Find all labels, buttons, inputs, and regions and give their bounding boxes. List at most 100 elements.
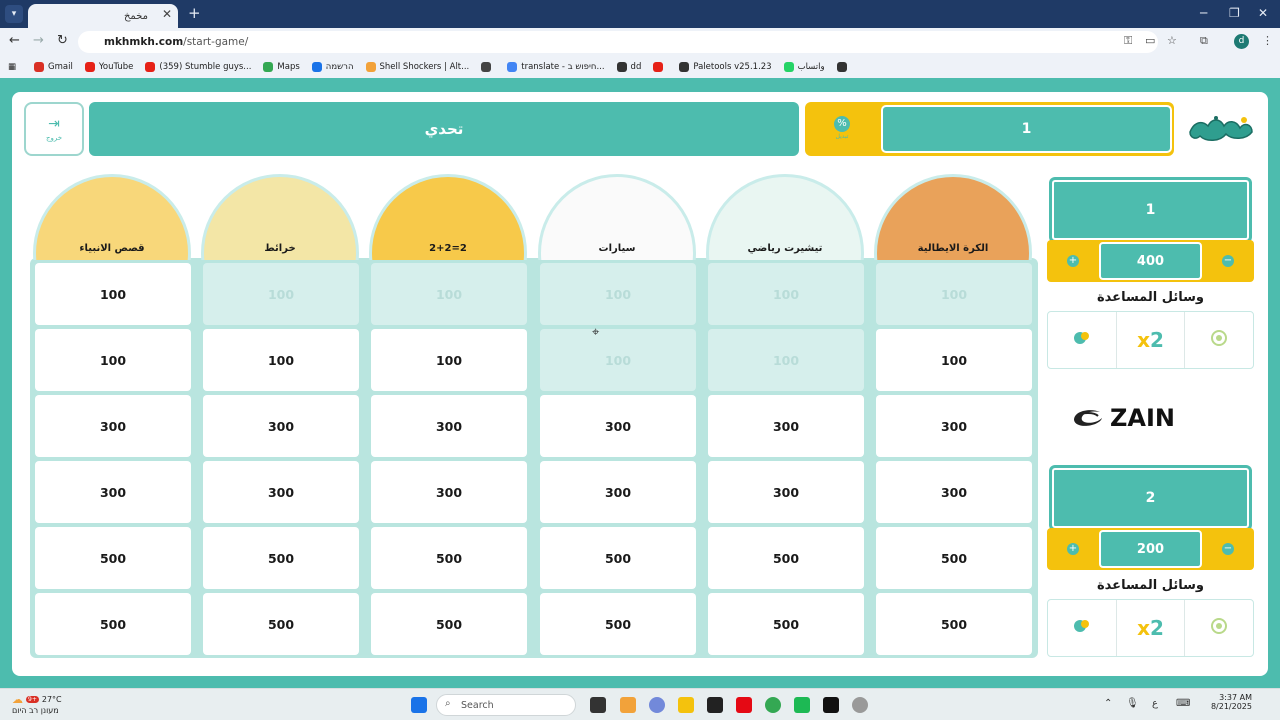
double-points-button[interactable]: x2 [1117, 312, 1186, 368]
app-icon-b[interactable] [707, 697, 723, 713]
bookmark-favicon-icon [507, 62, 518, 72]
forward-icon[interactable]: → [33, 33, 44, 48]
question-cell[interactable]: 300 [371, 395, 527, 457]
tab-close-icon[interactable]: ✕ [162, 7, 172, 21]
language-icon[interactable]: ع [1152, 698, 1158, 709]
discord-icon[interactable] [649, 697, 665, 713]
double-points-button[interactable]: x2 [1117, 600, 1186, 656]
bookmark-item[interactable]: (359) Stumble guys... [145, 62, 251, 72]
question-cell[interactable]: 300 [35, 461, 191, 523]
password-key-icon[interactable]: ⚿ [1124, 34, 1132, 48]
question-cell[interactable]: 500 [540, 593, 696, 655]
profile-avatar[interactable]: d [1234, 34, 1249, 49]
exit-button[interactable]: ⇥ خروج [24, 102, 84, 156]
challenge-button[interactable]: تحدي [89, 102, 799, 156]
question-cell[interactable]: 500 [708, 593, 864, 655]
question-cell[interactable]: 500 [35, 527, 191, 589]
mouse-app-icon[interactable] [852, 697, 868, 713]
microphone-icon[interactable]: 🎙 [1126, 698, 1139, 709]
question-cell[interactable]: 300 [540, 395, 696, 457]
clock-date: 8/21/2025 [1210, 702, 1252, 711]
question-cell[interactable]: 100 [35, 263, 191, 325]
task-view-icon[interactable] [590, 697, 606, 713]
tray-chevron-icon[interactable]: ⌃ [1104, 698, 1112, 709]
bookmark-favicon-icon [836, 62, 847, 72]
network-icon[interactable]: ⌨ [1176, 698, 1190, 709]
chrome-icon[interactable] [765, 697, 781, 713]
score-plus-button[interactable]: + [1067, 255, 1079, 267]
bookmark-item[interactable]: translate - חיפוש ב... [507, 62, 605, 72]
bookmark-label: translate - חיפוש ב... [521, 62, 605, 72]
question-cell[interactable]: 500 [371, 527, 527, 589]
app-icon-c[interactable] [794, 697, 810, 713]
restore-icon[interactable]: ❐ [1229, 6, 1240, 20]
question-cell[interactable]: 500 [876, 527, 1032, 589]
bookmark-star-icon[interactable]: ☆ [1167, 34, 1177, 47]
bookmark-item[interactable]: واتساب [783, 62, 825, 72]
question-cell[interactable]: 100 [35, 329, 191, 391]
browser-menu-icon[interactable]: ⋮ [1262, 34, 1273, 47]
question-cell[interactable]: 500 [708, 527, 864, 589]
question-cell[interactable]: 500 [540, 527, 696, 589]
weather-widget[interactable]: ☁ 9+ 27°C מעונן רב היום [12, 693, 62, 715]
back-icon[interactable]: ← [9, 33, 20, 48]
question-cell[interactable]: 300 [540, 461, 696, 523]
cast-icon[interactable]: ▭ [1145, 34, 1155, 47]
tab-search-button[interactable]: ▾ [5, 5, 23, 23]
question-cell[interactable]: 500 [35, 593, 191, 655]
question-cell[interactable]: 500 [371, 593, 527, 655]
call-friend-button[interactable] [1048, 600, 1117, 656]
bookmark-item[interactable] [836, 62, 851, 72]
question-cell[interactable]: 500 [203, 593, 359, 655]
question-cell[interactable]: 300 [708, 461, 864, 523]
bookmark-item[interactable]: YouTube [84, 62, 133, 72]
category-card: تيشيرت رياضي [704, 174, 866, 260]
hole-punch-button[interactable] [1185, 600, 1253, 656]
bookmark-item[interactable]: Gmail [34, 62, 73, 72]
clock[interactable]: 3:37 AM 8/21/2025 [1208, 693, 1252, 711]
bookmark-item[interactable]: הרשמה [311, 62, 354, 72]
question-cell: 100 [540, 263, 696, 325]
call-friend-button[interactable] [1048, 312, 1117, 368]
question-cell[interactable]: 100 [876, 329, 1032, 391]
apps-grid-icon[interactable]: ▦ [8, 62, 16, 72]
bookmark-label: הרשמה [325, 62, 354, 72]
bookmark-item[interactable]: Maps [263, 62, 300, 72]
start-windows-icon[interactable] [411, 697, 427, 713]
question-cell[interactable]: 300 [35, 395, 191, 457]
question-cell[interactable]: 300 [203, 461, 359, 523]
score-plus-button[interactable]: + [1067, 543, 1079, 555]
question-cell[interactable]: 300 [876, 461, 1032, 523]
question-cell[interactable]: 500 [876, 593, 1032, 655]
bookmark-item[interactable]: Shell Shockers | Alt... [365, 62, 469, 72]
question-cell[interactable]: 100 [371, 329, 527, 391]
score-minus-button[interactable]: − [1222, 543, 1234, 555]
question-cell[interactable]: 300 [708, 395, 864, 457]
bookmark-item[interactable]: dd [616, 62, 641, 72]
score-minus-button[interactable]: − [1222, 255, 1234, 267]
active-tab[interactable]: مخمخ ✕ [28, 4, 178, 28]
question-cell[interactable]: 300 [876, 395, 1032, 457]
bookmark-item[interactable]: Paletools v25.1.23 [679, 62, 772, 72]
team-score-1: 400 [1099, 242, 1202, 280]
bookmark-item[interactable] [481, 62, 495, 72]
extensions-icon[interactable]: ⧉ [1200, 34, 1208, 48]
question-cell[interactable]: 100 [203, 329, 359, 391]
hole-punch-button[interactable] [1185, 312, 1253, 368]
netflix-icon[interactable] [736, 697, 752, 713]
bookmark-item[interactable] [653, 62, 667, 72]
app-icon-a[interactable] [620, 697, 636, 713]
reload-icon[interactable]: ↻ [57, 33, 68, 48]
minimize-icon[interactable]: ─ [1200, 6, 1207, 20]
switch-turn-button[interactable]: % تبديل [826, 112, 858, 144]
address-bar[interactable]: mkhmkh.com/start-game/ [78, 31, 1158, 53]
file-explorer-icon[interactable] [678, 697, 694, 713]
question-cell[interactable]: 300 [203, 395, 359, 457]
window-close-icon[interactable]: ✕ [1258, 6, 1268, 20]
bookmark-label: (359) Stumble guys... [159, 62, 252, 72]
taskbar-search[interactable]: ⌕ Search [436, 694, 576, 716]
question-cell[interactable]: 500 [203, 527, 359, 589]
question-cell[interactable]: 300 [371, 461, 527, 523]
tiktok-icon[interactable] [823, 697, 839, 713]
new-tab-icon[interactable]: + [188, 4, 201, 22]
